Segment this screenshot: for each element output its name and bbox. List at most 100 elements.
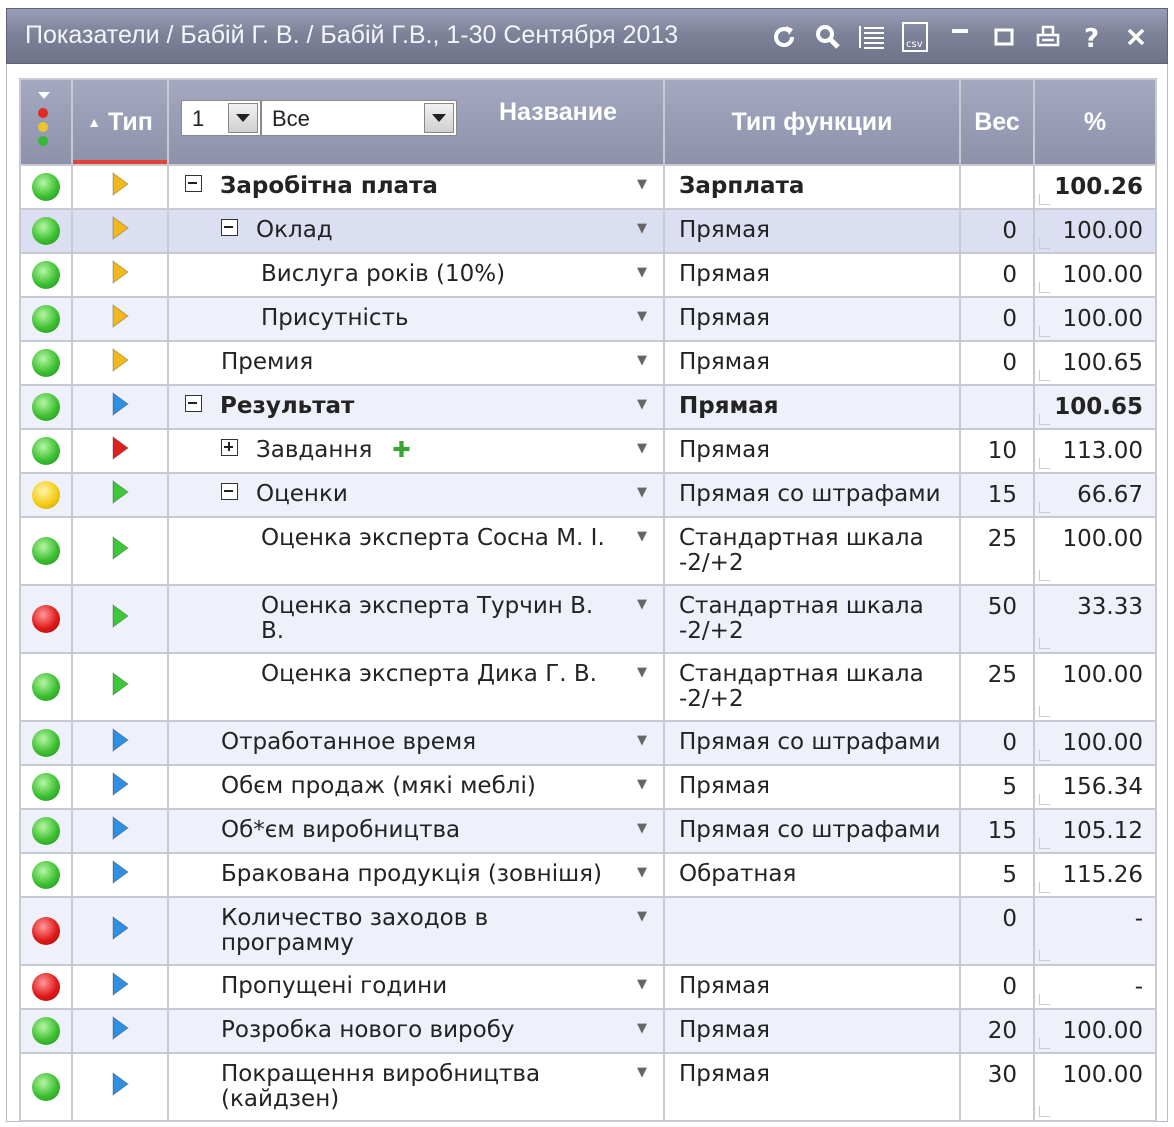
name-cell[interactable]: Обєм продаж (мякі меблі) ▼ bbox=[167, 764, 665, 810]
table-row[interactable]: Заробітна плата ▼ Зарплата 100.26 bbox=[19, 164, 1157, 210]
table-row[interactable]: Оклад ▼ Прямая 0 100.00 bbox=[19, 208, 1157, 254]
name-cell[interactable]: Об*єм виробництва ▼ bbox=[167, 808, 665, 854]
name-cell[interactable]: Оценки ▼ bbox=[167, 472, 665, 518]
name-cell[interactable]: Оценка эксперта Сосна М. І. ▼ bbox=[167, 516, 665, 586]
name-cell[interactable]: Присутність ▼ bbox=[167, 296, 665, 342]
comment-resize-handle-icon[interactable] bbox=[1039, 1038, 1050, 1049]
table-row[interactable]: Отработанное время ▼ Прямая со штрафами … bbox=[19, 720, 1157, 766]
collapse-icon[interactable] bbox=[185, 395, 202, 412]
table-row[interactable]: Количество заходов в программу ▼ 0 - bbox=[19, 896, 1157, 966]
add-icon[interactable]: ✚ bbox=[392, 438, 410, 463]
row-menu-dropdown-icon[interactable]: ▼ bbox=[637, 309, 647, 324]
name-cell[interactable]: Заробітна плата ▼ bbox=[167, 164, 665, 210]
row-menu-dropdown-icon[interactable]: ▼ bbox=[637, 665, 647, 680]
table-row[interactable]: Обєм продаж (мякі меблі) ▼ Прямая 5 156.… bbox=[19, 764, 1157, 810]
column-header-name[interactable]: 1 Все Название bbox=[167, 78, 665, 166]
name-cell[interactable]: Завдання ✚ ▼ bbox=[167, 428, 665, 474]
name-cell[interactable]: Отработанное время ▼ bbox=[167, 720, 665, 766]
table-row[interactable]: Розробка нового виробу ▼ Прямая 20 100.0… bbox=[19, 1008, 1157, 1054]
row-menu-dropdown-icon[interactable]: ▼ bbox=[637, 977, 647, 992]
table-row[interactable]: Вислуга років (10%) ▼ Прямая 0 100.00 bbox=[19, 252, 1157, 298]
collapse-icon[interactable] bbox=[221, 219, 238, 236]
name-cell[interactable]: Премия ▼ bbox=[167, 340, 665, 386]
collapse-icon[interactable] bbox=[221, 483, 238, 500]
chevron-down-icon[interactable] bbox=[228, 103, 258, 133]
name-cell[interactable]: Количество заходов в программу ▼ bbox=[167, 896, 665, 966]
table-row[interactable]: Присутність ▼ Прямая 0 100.00 bbox=[19, 296, 1157, 342]
chevron-down-icon[interactable] bbox=[424, 103, 454, 133]
column-header-weight[interactable]: Вес bbox=[959, 78, 1035, 166]
comment-resize-handle-icon[interactable] bbox=[1039, 838, 1050, 849]
comment-resize-handle-icon[interactable] bbox=[1039, 882, 1050, 893]
row-menu-dropdown-icon[interactable]: ▼ bbox=[637, 909, 647, 924]
expand-icon[interactable] bbox=[221, 439, 238, 456]
row-menu-dropdown-icon[interactable]: ▼ bbox=[637, 821, 647, 836]
row-menu-dropdown-icon[interactable]: ▼ bbox=[637, 1021, 647, 1036]
row-menu-dropdown-icon[interactable]: ▼ bbox=[637, 1065, 647, 1080]
comment-resize-handle-icon[interactable] bbox=[1039, 570, 1050, 581]
print-icon[interactable] bbox=[1029, 19, 1067, 55]
column-header-status[interactable] bbox=[19, 78, 73, 166]
row-menu-dropdown-icon[interactable]: ▼ bbox=[637, 265, 647, 280]
comment-resize-handle-icon[interactable] bbox=[1039, 638, 1050, 649]
table-row[interactable]: Оценка эксперта Турчин В. В. ▼ Стандартн… bbox=[19, 584, 1157, 654]
table-row[interactable]: Оценка эксперта Дика Г. В. ▼ Стандартная… bbox=[19, 652, 1157, 722]
comment-resize-handle-icon[interactable] bbox=[1039, 502, 1050, 513]
comment-resize-handle-icon[interactable] bbox=[1039, 238, 1050, 249]
name-cell[interactable]: Результат ▼ bbox=[167, 384, 665, 430]
csv-export-icon[interactable]: csv bbox=[897, 19, 935, 55]
table-row[interactable]: Результат ▼ Прямая 100.65 bbox=[19, 384, 1157, 430]
table-row[interactable]: Покращення виробництва (кайдзен) ▼ Пряма… bbox=[19, 1052, 1157, 1122]
column-header-function[interactable]: Тип функции bbox=[663, 78, 961, 166]
comment-resize-handle-icon[interactable] bbox=[1039, 282, 1050, 293]
status-menu-arrow-icon[interactable] bbox=[38, 92, 50, 99]
comment-resize-handle-icon[interactable] bbox=[1039, 370, 1050, 381]
row-menu-dropdown-icon[interactable]: ▼ bbox=[637, 597, 647, 612]
comment-resize-handle-icon[interactable] bbox=[1039, 706, 1050, 717]
table-row[interactable]: Бракована продукція (зовнішя) ▼ Обратная… bbox=[19, 852, 1157, 898]
table-row[interactable]: Оценка эксперта Сосна М. І. ▼ Стандартна… bbox=[19, 516, 1157, 586]
table-row[interactable]: Об*єм виробництва ▼ Прямая со штрафами 1… bbox=[19, 808, 1157, 854]
comment-resize-handle-icon[interactable] bbox=[1039, 794, 1050, 805]
name-cell[interactable]: Оценка эксперта Дика Г. В. ▼ bbox=[167, 652, 665, 722]
comment-resize-handle-icon[interactable] bbox=[1039, 950, 1050, 961]
name-cell[interactable]: Покращення виробництва (кайдзен) ▼ bbox=[167, 1052, 665, 1122]
close-icon[interactable] bbox=[1117, 19, 1155, 55]
name-cell[interactable]: Оклад ▼ bbox=[167, 208, 665, 254]
table-row[interactable]: Пропущені години ▼ Прямая 0 - bbox=[19, 964, 1157, 1010]
row-menu-dropdown-icon[interactable]: ▼ bbox=[637, 865, 647, 880]
comment-resize-handle-icon[interactable] bbox=[1039, 326, 1050, 337]
collapse-icon[interactable] bbox=[185, 175, 202, 192]
help-icon[interactable]: ? bbox=[1073, 19, 1111, 55]
column-header-type[interactable]: ▲ Тип bbox=[71, 78, 169, 166]
comment-resize-handle-icon[interactable] bbox=[1039, 414, 1050, 425]
comment-resize-handle-icon[interactable] bbox=[1039, 750, 1050, 761]
name-cell[interactable]: Бракована продукція (зовнішя) ▼ bbox=[167, 852, 665, 898]
table-row[interactable]: Завдання ✚ ▼ Прямая 10 113.00 bbox=[19, 428, 1157, 474]
level-select[interactable]: 1 bbox=[181, 100, 261, 136]
name-cell[interactable]: Вислуга років (10%) ▼ bbox=[167, 252, 665, 298]
row-menu-dropdown-icon[interactable]: ▼ bbox=[637, 221, 647, 236]
row-menu-dropdown-icon[interactable]: ▼ bbox=[637, 397, 647, 412]
comment-resize-handle-icon[interactable] bbox=[1039, 994, 1050, 1005]
row-menu-dropdown-icon[interactable]: ▼ bbox=[637, 733, 647, 748]
row-menu-dropdown-icon[interactable]: ▼ bbox=[637, 529, 647, 544]
comment-resize-handle-icon[interactable] bbox=[1039, 458, 1050, 469]
row-menu-dropdown-icon[interactable]: ▼ bbox=[637, 441, 647, 456]
table-row[interactable]: Премия ▼ Прямая 0 100.65 bbox=[19, 340, 1157, 386]
row-menu-dropdown-icon[interactable]: ▼ bbox=[637, 177, 647, 192]
filter-select[interactable]: Все bbox=[261, 100, 457, 136]
search-icon[interactable] bbox=[809, 19, 847, 55]
refresh-icon[interactable] bbox=[765, 19, 803, 55]
minimize-icon[interactable] bbox=[941, 19, 979, 55]
row-menu-dropdown-icon[interactable]: ▼ bbox=[637, 485, 647, 500]
comment-resize-handle-icon[interactable] bbox=[1039, 194, 1050, 205]
comment-resize-handle-icon[interactable] bbox=[1039, 1106, 1050, 1117]
table-row[interactable]: Оценки ▼ Прямая со штрафами 15 66.67 bbox=[19, 472, 1157, 518]
row-menu-dropdown-icon[interactable]: ▼ bbox=[637, 353, 647, 368]
column-header-percent[interactable]: % bbox=[1033, 78, 1157, 166]
name-cell[interactable]: Оценка эксперта Турчин В. В. ▼ bbox=[167, 584, 665, 654]
row-menu-dropdown-icon[interactable]: ▼ bbox=[637, 777, 647, 792]
name-cell[interactable]: Розробка нового виробу ▼ bbox=[167, 1008, 665, 1054]
name-cell[interactable]: Пропущені години ▼ bbox=[167, 964, 665, 1010]
